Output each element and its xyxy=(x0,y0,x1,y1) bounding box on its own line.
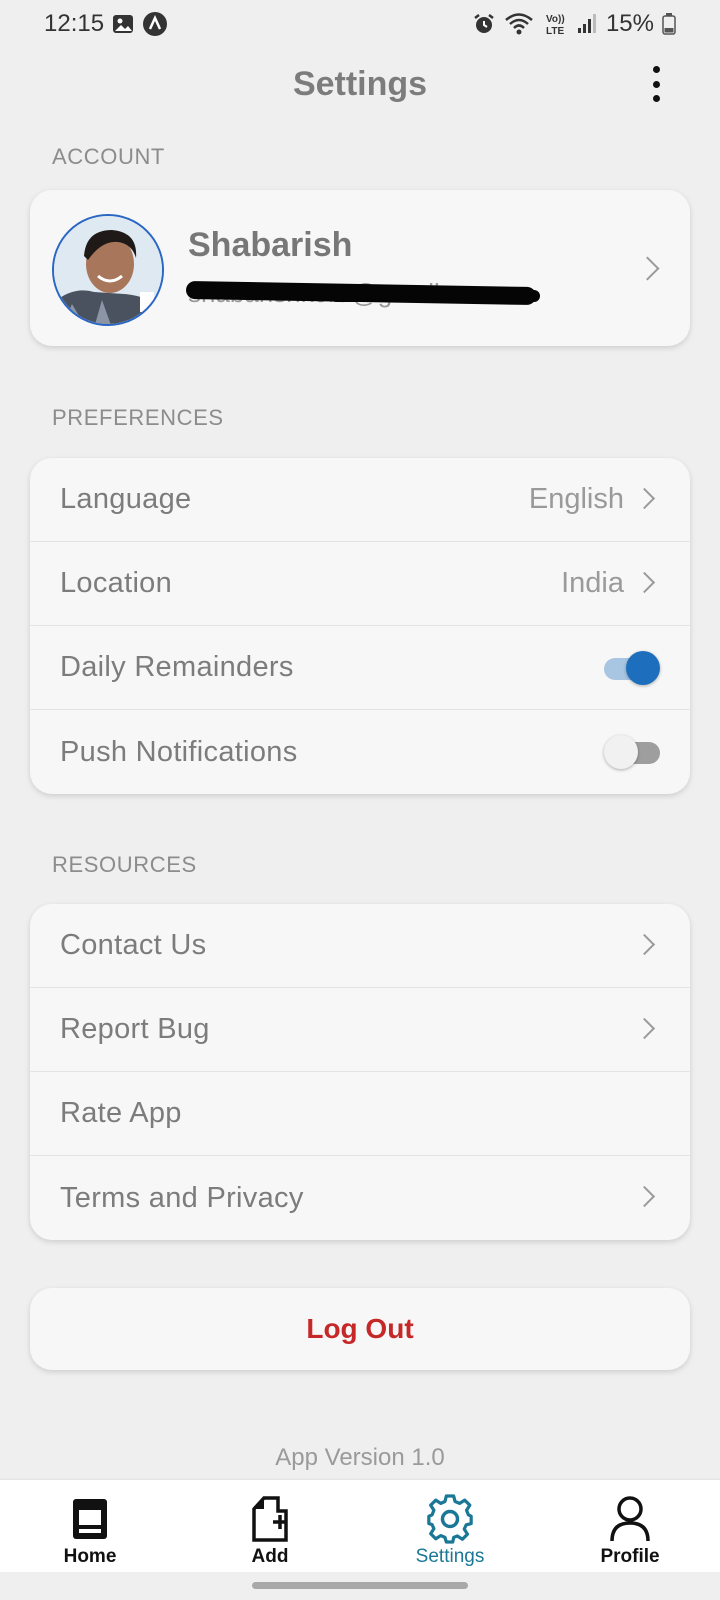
status-time: 12:15 xyxy=(44,10,105,37)
logout-label: Log Out xyxy=(306,1313,414,1344)
location-value: India xyxy=(561,567,624,599)
section-label-account: ACCOUNT xyxy=(52,144,165,169)
chevron-right-icon xyxy=(635,256,660,281)
preferences-card: Language English Location India Daily Re… xyxy=(30,458,690,794)
rate-app-row[interactable]: Rate App xyxy=(30,1072,690,1156)
chevron-right-icon xyxy=(633,1185,656,1208)
contact-us-row[interactable]: Contact Us xyxy=(30,904,690,988)
nav-home[interactable]: Home xyxy=(0,1480,180,1572)
alarm-icon xyxy=(472,12,496,36)
push-notifications-row: Push Notifications xyxy=(30,710,690,794)
account-card[interactable]: Shabarish shabarishkora@gmail.com xyxy=(30,190,690,346)
language-label: Language xyxy=(60,483,192,515)
push-notifications-toggle[interactable] xyxy=(604,734,660,770)
svg-text:LTE: LTE xyxy=(546,26,564,37)
more-vertical-icon xyxy=(652,80,660,88)
app-a-icon xyxy=(142,11,168,37)
app-version: App Version 1.0 xyxy=(275,1444,445,1471)
daily-reminders-label: Daily Remainders xyxy=(60,651,294,683)
home-indicator[interactable] xyxy=(252,1582,468,1589)
push-notifications-label: Push Notifications xyxy=(60,735,298,768)
battery-icon xyxy=(662,13,676,35)
terms-privacy-row[interactable]: Terms and Privacy xyxy=(30,1156,690,1240)
battery-percent: 15% xyxy=(605,10,654,37)
nav-add-label: Add xyxy=(251,1546,289,1567)
nav-profile-label: Profile xyxy=(600,1546,660,1567)
nav-settings[interactable]: Settings xyxy=(360,1480,540,1572)
nav-profile[interactable]: Profile xyxy=(540,1480,720,1572)
status-bar: 12:15 Vo)) LTE 15% xyxy=(0,0,720,48)
toggle-thumb xyxy=(626,651,660,685)
report-bug-row[interactable]: Report Bug xyxy=(30,988,690,1072)
language-row[interactable]: Language English xyxy=(30,458,690,542)
account-name: Shabarish xyxy=(188,226,353,264)
section-label-preferences: PREFERENCES xyxy=(52,405,224,430)
gear-icon xyxy=(424,1494,476,1544)
nav-settings-label: Settings xyxy=(415,1546,485,1567)
chevron-right-icon xyxy=(633,487,656,510)
chevron-right-icon xyxy=(633,571,656,594)
volte-icon: Vo)) LTE xyxy=(542,11,568,37)
avatar xyxy=(52,214,164,326)
rate-app-label: Rate App xyxy=(60,1097,182,1129)
location-row[interactable]: Location India xyxy=(30,542,690,626)
page-title: Settings xyxy=(292,64,428,103)
add-document-icon xyxy=(250,1494,290,1544)
contact-us-label: Contact Us xyxy=(60,929,207,961)
chevron-right-icon xyxy=(633,933,656,956)
resources-card: Contact Us Report Bug Rate App Terms and… xyxy=(30,904,690,1240)
home-icon xyxy=(70,1494,110,1544)
bottom-nav: Home Add Settings Profile xyxy=(0,1480,720,1572)
user-icon xyxy=(608,1494,652,1544)
language-value: English xyxy=(528,483,624,515)
daily-reminders-toggle[interactable] xyxy=(604,650,660,686)
nav-home-label: Home xyxy=(63,1546,117,1567)
signal-icon xyxy=(576,13,598,35)
logout-button[interactable]: Log Out xyxy=(30,1288,690,1370)
more-vertical-icon xyxy=(652,95,660,102)
report-bug-label: Report Bug xyxy=(60,1013,210,1045)
toggle-thumb xyxy=(604,735,638,769)
redaction-mark xyxy=(330,290,540,302)
section-label-resources: RESOURCES xyxy=(52,852,197,877)
more-vertical-icon xyxy=(652,66,660,73)
chevron-right-icon xyxy=(633,1017,656,1040)
location-label: Location xyxy=(60,567,173,599)
image-icon xyxy=(112,13,134,35)
terms-privacy-label: Terms and Privacy xyxy=(60,1181,304,1214)
svg-text:Vo)): Vo)) xyxy=(546,14,565,25)
nav-add[interactable]: Add xyxy=(180,1480,360,1572)
wifi-icon xyxy=(504,12,534,36)
daily-reminders-row: Daily Remainders xyxy=(30,626,690,710)
app-header: Settings xyxy=(0,56,720,112)
more-options-button[interactable] xyxy=(640,64,672,104)
